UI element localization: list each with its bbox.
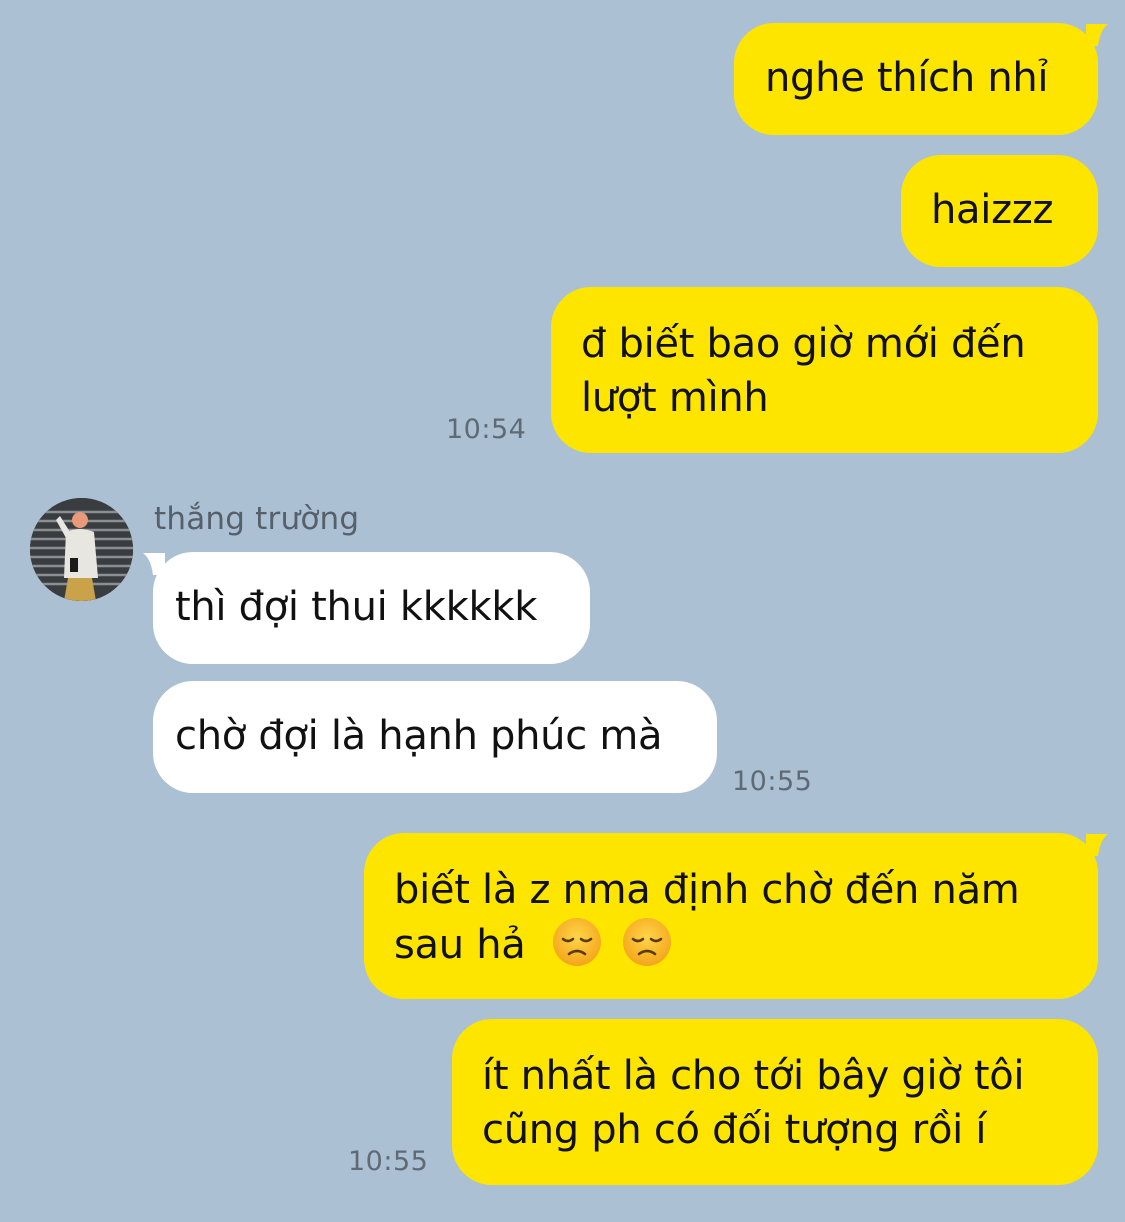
message-bubble-incoming[interactable]: thì đợi thui kkkkkk xyxy=(153,552,590,664)
bubble-tail xyxy=(143,553,165,575)
disappointed-face-icon xyxy=(623,918,672,966)
message-bubble-outgoing[interactable]: biết là z nma định chờ đến năm sau hả xyxy=(364,833,1098,999)
bubble-tail xyxy=(1086,834,1108,856)
message-bubble-outgoing[interactable]: ít nhất là cho tới bây giờ tôi cũng ph c… xyxy=(452,1019,1098,1185)
message-text-line: lượt mình xyxy=(581,375,769,421)
message-text-line: ít nhất là cho tới bây giờ tôi xyxy=(482,1053,1025,1099)
message-text: nghe thích nhỉ xyxy=(765,55,1049,101)
message-timestamp: 10:55 xyxy=(348,1146,429,1177)
message-timestamp: 10:55 xyxy=(732,766,813,797)
message-timestamp: 10:54 xyxy=(446,414,527,445)
avatar-image xyxy=(30,498,133,601)
message-bubble-outgoing[interactable]: haizzz xyxy=(901,155,1098,267)
message-text: sau hả xyxy=(394,922,526,968)
bubble-tail xyxy=(1086,24,1108,46)
chat-area[interactable]: nghe thích nhỉ haizzz 10:54 đ biết bao g… xyxy=(0,0,1125,1222)
sender-name: thắng trường xyxy=(154,501,360,537)
message-bubble-outgoing[interactable]: đ biết bao giờ mới đến lượt mình xyxy=(551,287,1098,453)
message-text-line: cũng ph có đối tượng rồi í xyxy=(482,1107,987,1153)
message-text: chờ đợi là hạnh phúc mà xyxy=(175,713,663,759)
message-bubble-outgoing[interactable]: nghe thích nhỉ xyxy=(734,23,1098,135)
message-text-line: đ biết bao giờ mới đến xyxy=(581,321,1026,367)
avatar[interactable] xyxy=(30,498,133,601)
message-text: thì đợi thui kkkkkk xyxy=(175,584,538,630)
message-bubble-incoming[interactable]: chờ đợi là hạnh phúc mà xyxy=(153,681,717,793)
message-text-line-with-emoji: sau hả xyxy=(394,917,1066,972)
message-text-line: biết là z nma định chờ đến năm xyxy=(394,867,1020,913)
message-text: haizzz xyxy=(931,187,1054,233)
disappointed-face-icon xyxy=(552,918,601,966)
